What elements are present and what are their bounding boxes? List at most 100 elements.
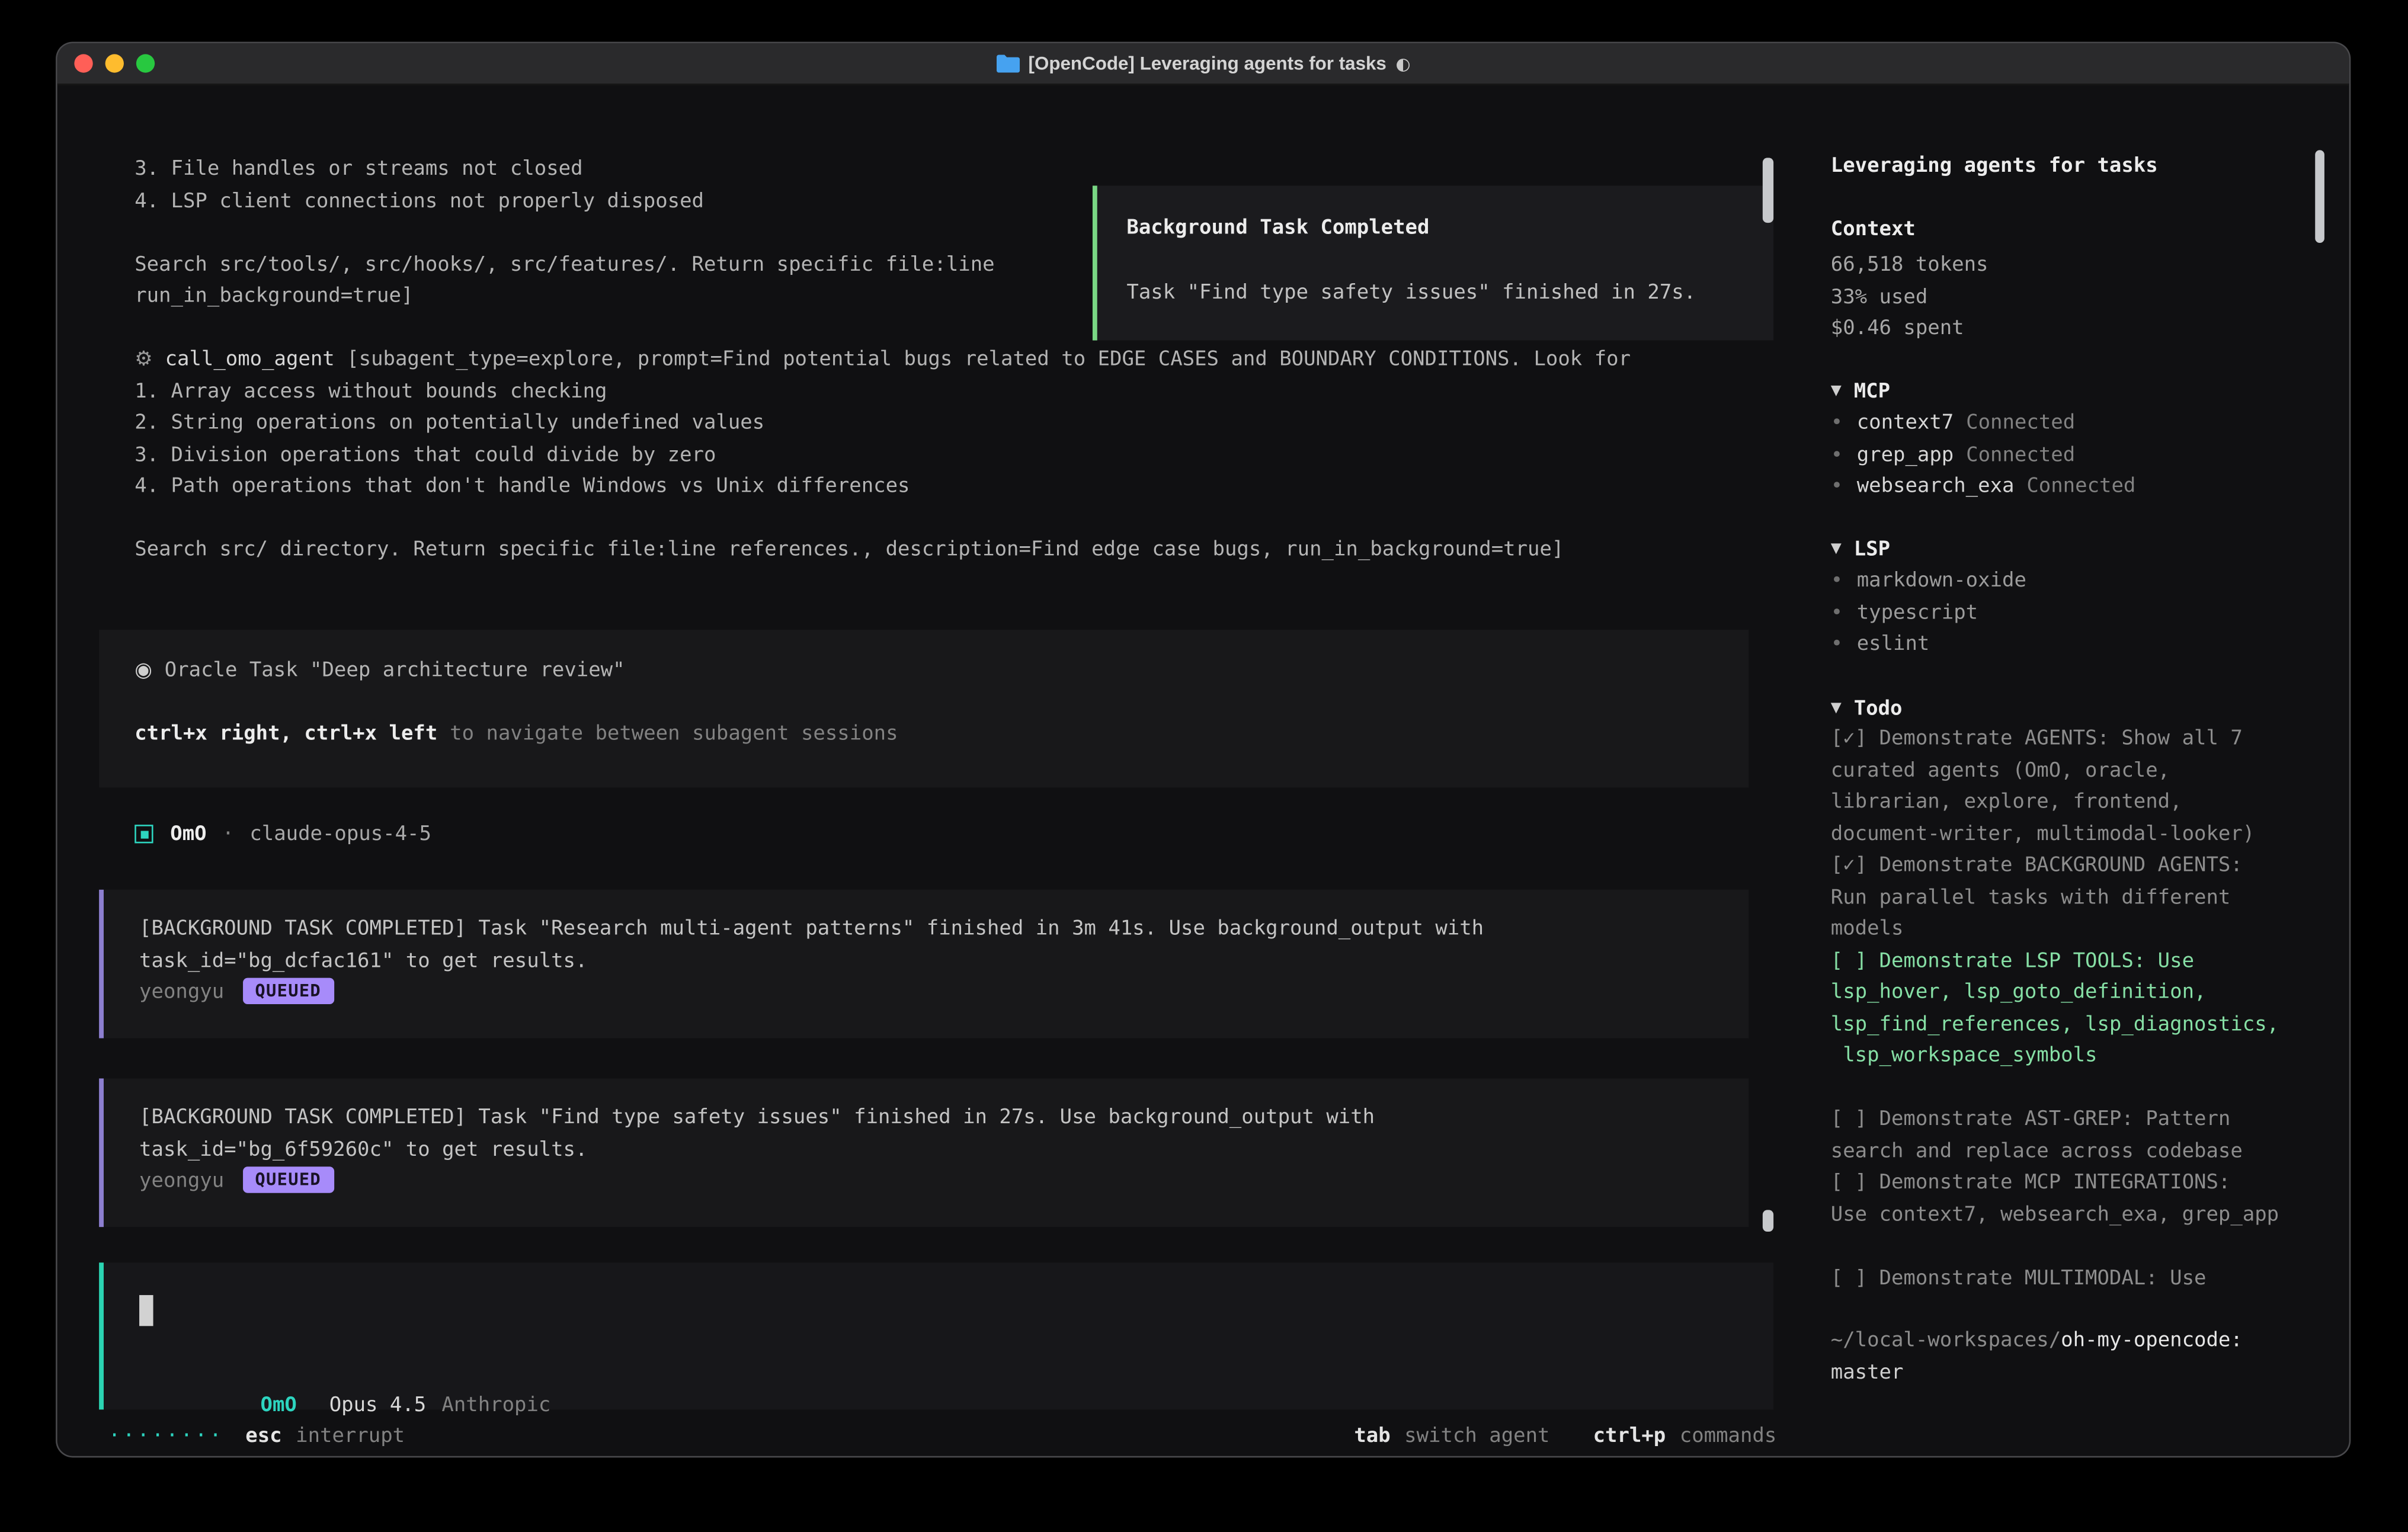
oracle-icon: ◉ xyxy=(135,659,152,682)
mcp-section-header[interactable]: ▼ MCP xyxy=(1831,376,2314,408)
message-text: task_id="bg_dcfac161" to get results. xyxy=(139,946,1749,978)
oracle-keybinding: ctrl+x right, ctrl+x left xyxy=(135,723,437,746)
mcp-item: •grep_appConnected xyxy=(1831,440,2314,472)
lsp-item: •typescript xyxy=(1831,598,2314,630)
context-stats: 66,518 tokens 33% used $0.46 spent xyxy=(1831,251,2314,346)
workspace-path: ~/local-workspaces/oh-my-opencode: maste… xyxy=(1831,1326,2314,1389)
traffic-lights xyxy=(74,43,155,84)
app-name: OpenCode xyxy=(1954,1455,2051,1456)
tool-args: [subagent_type=explore, prompt=Find pote… xyxy=(335,348,1631,371)
todo-item: [ ] Demonstrate LSP TOOLS: Use lsp_hover… xyxy=(1831,946,2314,1073)
workspace-branch: master xyxy=(1831,1358,2314,1390)
chevron-down-icon: ▼ xyxy=(1831,384,1842,399)
toast-body: Task "Find type safety issues" finished … xyxy=(1126,278,1773,310)
titlebar[interactable]: [OpenCode] Leveraging agents for tasks ◐ xyxy=(57,43,2349,85)
chevron-down-icon: ▼ xyxy=(1831,542,1842,557)
bullet-icon: • xyxy=(1831,412,1843,435)
bullet-icon: • xyxy=(1927,1455,1939,1456)
terminal-window: [OpenCode] Leveraging agents for tasks ◐… xyxy=(57,43,2349,1456)
bullet-icon: • xyxy=(1831,569,1843,592)
todo-section-header[interactable]: ▼ Todo xyxy=(1831,693,2314,725)
queued-badge: QUEUED xyxy=(243,1166,334,1193)
model-selector: OmOOpus 4.5Anthropic xyxy=(139,1358,550,1390)
context-used: 33% used xyxy=(1831,283,2314,315)
context-tokens: 66,518 tokens xyxy=(1831,251,2314,283)
tab-key-hint: tab xyxy=(1354,1425,1390,1448)
spinner-icon: ········ xyxy=(108,1425,224,1448)
gear-icon: ⚙ xyxy=(135,348,152,371)
tool-call-line: ⚙ call_omo_agent [subagent_type=explore, … xyxy=(135,345,1775,377)
mcp-item: •context7Connected xyxy=(1831,409,2314,441)
agent-header: OmO · claude-opus-4-5 xyxy=(135,817,431,851)
message-card: [BACKGROUND TASK COMPLETED] Task "Resear… xyxy=(99,890,1749,1039)
todo-item: [ ] Demonstrate MULTIMODAL: Use xyxy=(1831,1264,2314,1296)
lsp-section-header[interactable]: ▼ LSP xyxy=(1831,534,2314,566)
session-indicator-icon: ◐ xyxy=(1396,53,1411,73)
app-version: 1.0.163 xyxy=(2063,1455,2148,1456)
statusbar-right: tab switch agent ctrl+p commands xyxy=(1354,1421,1776,1453)
message-text: task_id="bg_6f59260c" to get results. xyxy=(139,1135,1749,1167)
toast-notification[interactable]: Background Task Completed Task "Find typ… xyxy=(1093,185,1773,340)
bullet-icon: • xyxy=(1831,601,1843,624)
workspace-repo: oh-my-opencode: xyxy=(2061,1329,2243,1352)
message-author: yeongyu xyxy=(139,981,224,1004)
mcp-list: •context7Connected •grep_appConnected •w… xyxy=(1831,409,2314,504)
session-title: Leveraging agents for tasks xyxy=(1831,155,2314,178)
minimize-button[interactable] xyxy=(105,54,124,72)
oracle-hint: to navigate between subagent sessions xyxy=(450,723,898,746)
todo-list: [✓] Demonstrate AGENTS: Show all 7 curat… xyxy=(1831,724,2314,1295)
log-line: 4. Path operations that don't handle Win… xyxy=(135,472,1775,504)
bullet-icon: • xyxy=(1831,443,1843,466)
input-provider: Anthropic xyxy=(441,1393,550,1416)
oracle-task-panel: ◉Oracle Task "Deep architecture review" … xyxy=(99,630,1749,787)
todo-heading: Todo xyxy=(1854,697,1903,720)
agent-name: OmO xyxy=(170,822,206,845)
tab-key-label: switch agent xyxy=(1404,1425,1549,1448)
todo-item: [✓] Demonstrate BACKGROUND AGENTS: Run p… xyxy=(1831,851,2314,946)
main-scrollbar-thumb[interactable] xyxy=(1763,1210,1773,1232)
oracle-title: Oracle Task "Deep architecture review" xyxy=(165,659,625,682)
bullet-icon: • xyxy=(1831,475,1843,498)
close-button[interactable] xyxy=(74,54,92,72)
tool-name: call_omo_agent xyxy=(165,348,335,371)
log-line: 2. String operations on potentially unde… xyxy=(135,409,1775,441)
screen: [OpenCode] Leveraging agents for tasks ◐… xyxy=(0,0,2408,1532)
message-text: [BACKGROUND TASK COMPLETED] Task "Find t… xyxy=(139,1103,1749,1135)
lsp-item: •markdown-oxide xyxy=(1831,566,2314,598)
prompt-input[interactable]: OmOOpus 4.5Anthropic xyxy=(99,1262,1773,1409)
log-line: 3. File handles or streams not closed xyxy=(135,155,1775,187)
input-agent-name: OmO xyxy=(261,1393,297,1416)
input-model-name: Opus 4.5 xyxy=(329,1393,427,1416)
window-body: 3. File handles or streams not closed 4.… xyxy=(57,85,2349,1456)
window-title-text: [OpenCode] Leveraging agents for tasks xyxy=(1029,53,1386,75)
mcp-heading: MCP xyxy=(1854,380,1890,403)
chevron-down-icon: ▼ xyxy=(1831,701,1842,717)
window-title: [OpenCode] Leveraging agents for tasks ◐ xyxy=(996,53,1411,75)
zoom-button[interactable] xyxy=(136,54,155,72)
separator-dot: · xyxy=(222,822,234,845)
toast-title: Background Task Completed xyxy=(1126,213,1773,245)
sidebar-scrollbar-thumb[interactable] xyxy=(2315,150,2324,243)
message-card: [BACKGROUND TASK COMPLETED] Task "Find t… xyxy=(99,1078,1749,1227)
statusbar-left: ········ esc interrupt xyxy=(99,1421,405,1453)
log-line: 3. Division operations that could divide… xyxy=(135,440,1775,472)
log-line: Search src/ directory. Return specific f… xyxy=(135,536,1775,568)
mcp-item: •websearch_exaConnected xyxy=(1831,472,2314,504)
todo-item: [ ] Demonstrate AST-GREP: Pattern search… xyxy=(1831,1105,2314,1168)
queued-badge: QUEUED xyxy=(243,978,334,1004)
bullet-icon: • xyxy=(1831,633,1843,656)
folder-icon xyxy=(996,54,1019,72)
main-scrollbar-thumb[interactable] xyxy=(1763,158,1773,223)
esc-key-hint: esc xyxy=(245,1425,281,1448)
commands-key-label: commands xyxy=(1680,1425,1777,1448)
lsp-item: •eslint xyxy=(1831,630,2314,662)
context-heading: Context xyxy=(1831,218,2314,241)
agent-model: claude-opus-4-5 xyxy=(249,822,431,845)
message-text: [BACKGROUND TASK COMPLETED] Task "Resear… xyxy=(139,915,1749,947)
todo-item: [✓] Demonstrate AGENTS: Show all 7 curat… xyxy=(1831,724,2314,851)
text-cursor xyxy=(139,1295,153,1326)
workspace-prefix: ~/local-workspaces/ xyxy=(1831,1329,2061,1352)
log-line xyxy=(135,504,1775,536)
todo-item: [ ] Demonstrate MCP INTEGRATIONS: Use co… xyxy=(1831,1168,2314,1232)
lsp-list: •markdown-oxide •typescript •eslint xyxy=(1831,566,2314,662)
